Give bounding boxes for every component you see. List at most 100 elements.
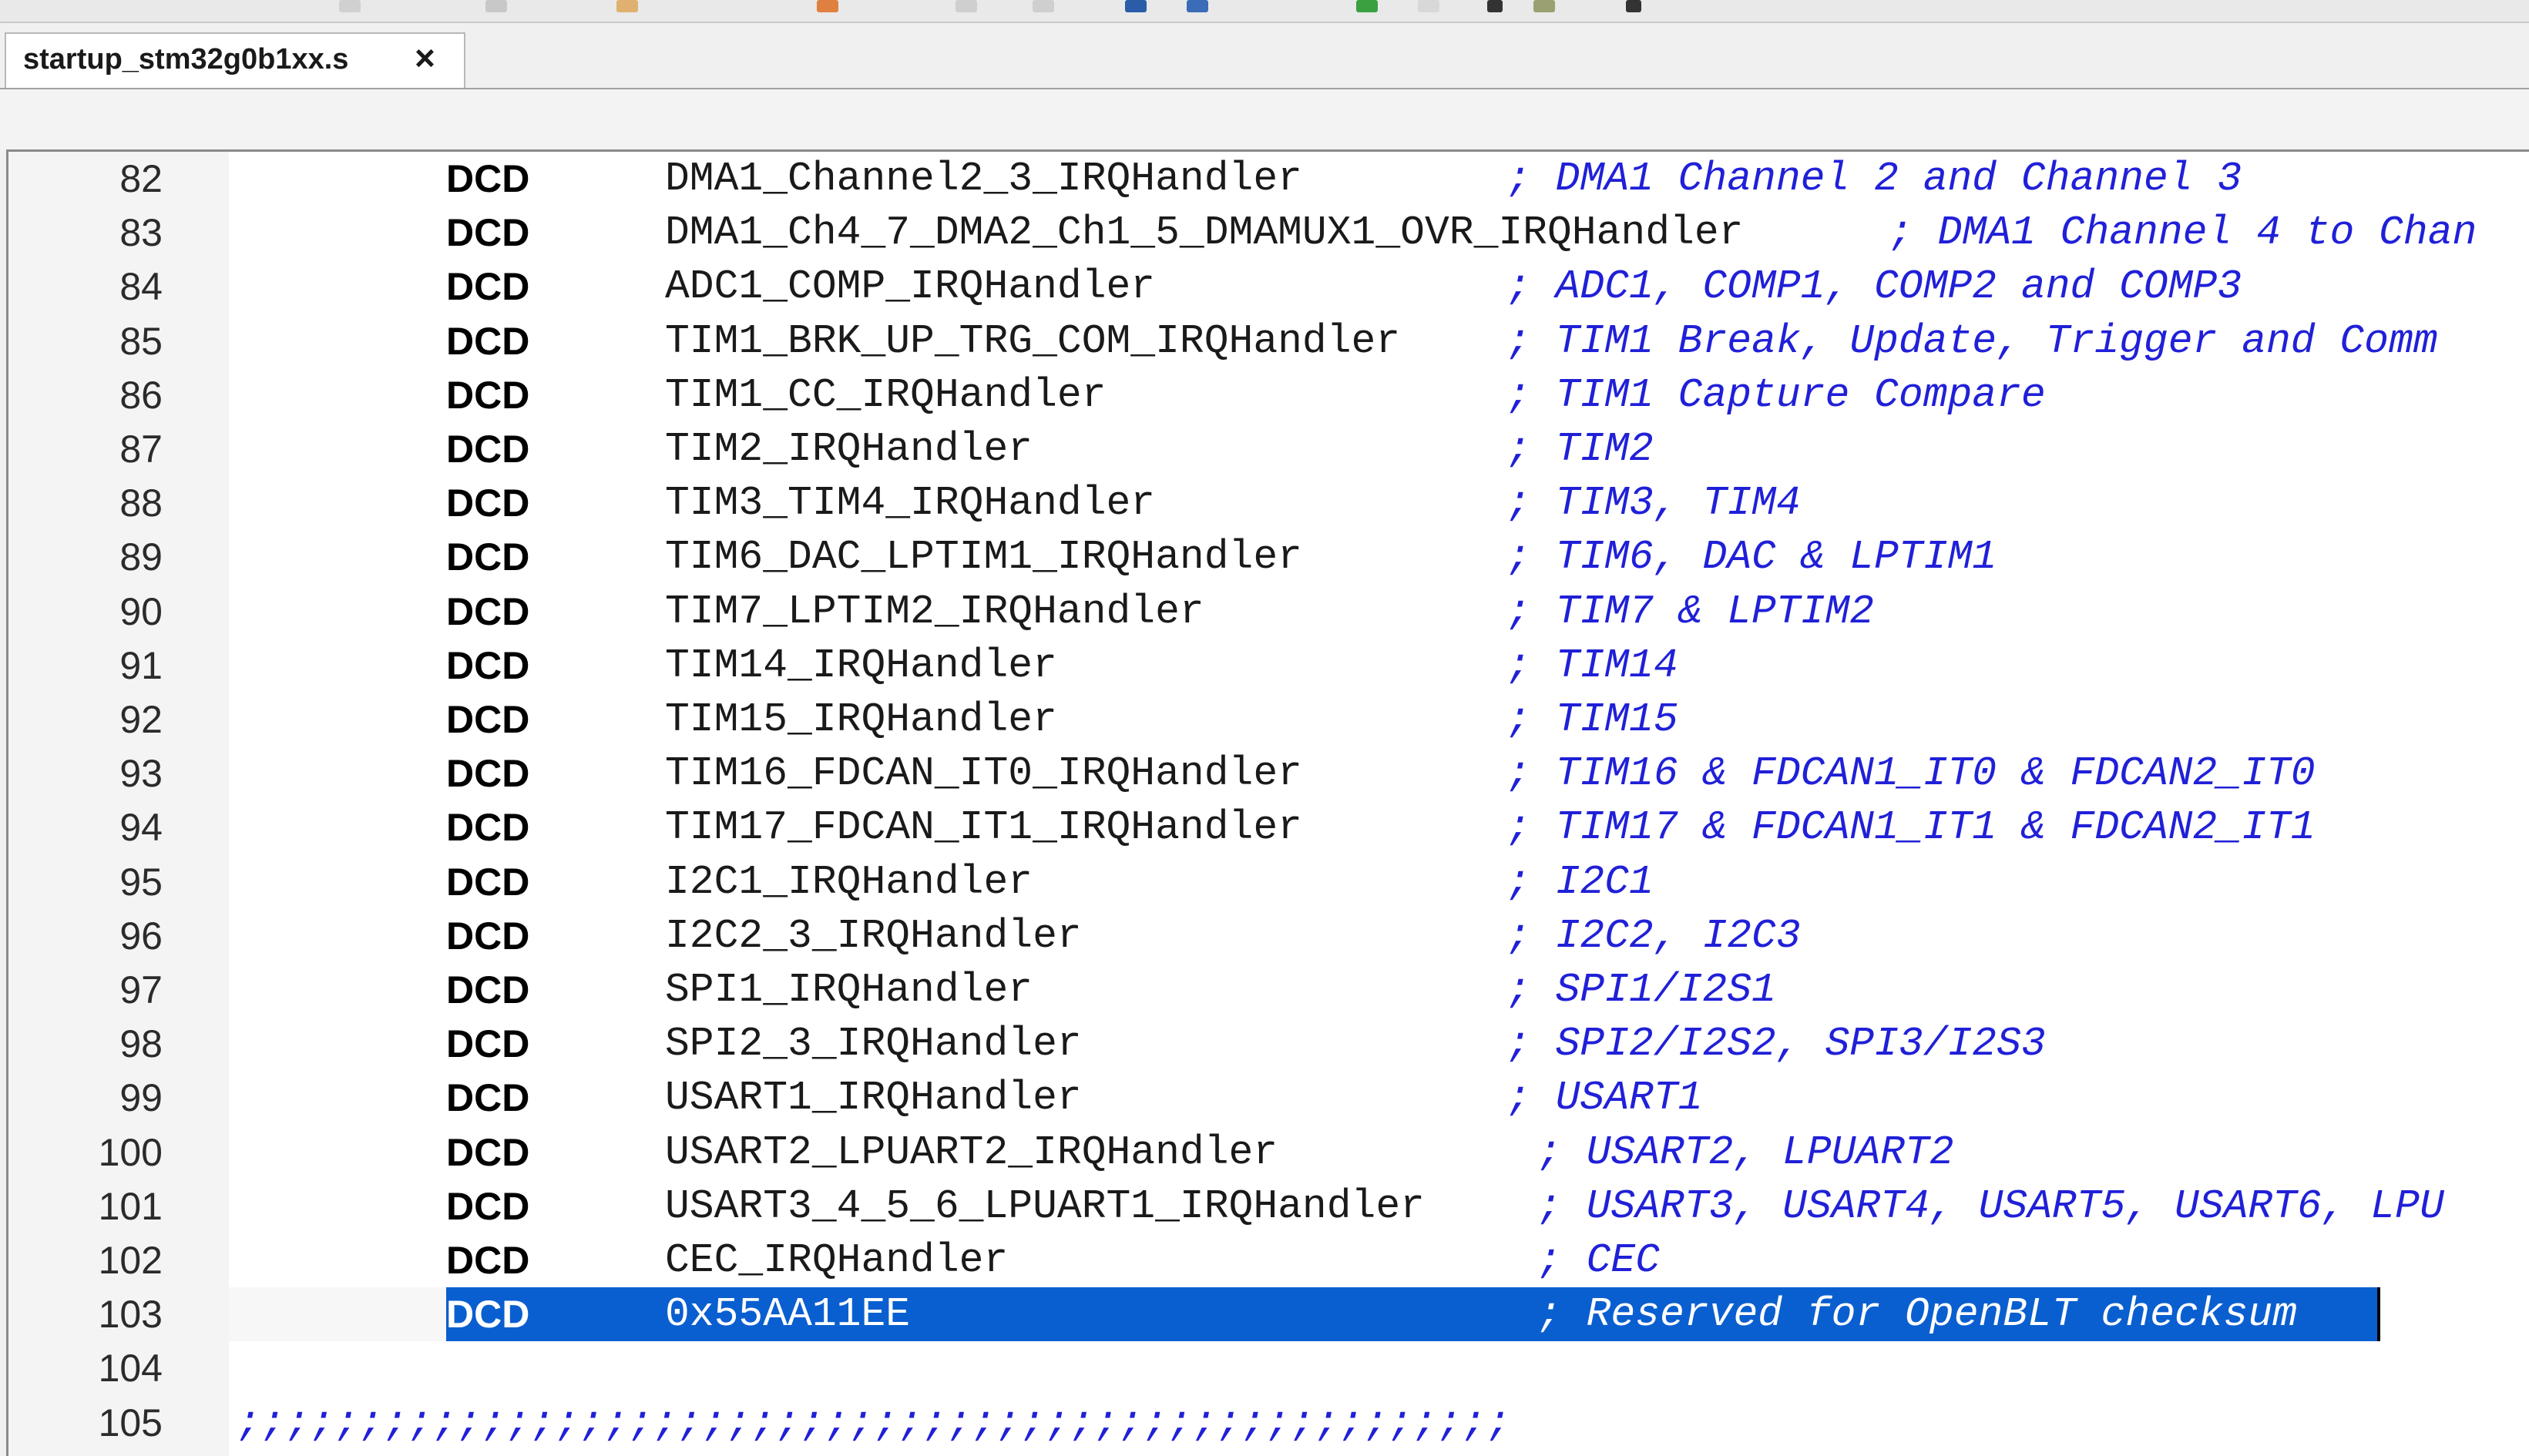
toolbar-button-icon[interactable] [1033,0,1054,12]
handler-symbol: TIM16_FDCAN_IT0_IRQHandler [665,750,1302,797]
tab-startup-file[interactable]: startup_stm32g0b1xx.s × [5,32,465,88]
close-icon[interactable]: × [415,40,435,75]
code-editor[interactable]: 82 DCD DMA1_Channel2_3_IRQHandler ; DMA1 Ch… [6,149,2529,1456]
dropdown-arrow-icon[interactable] [1487,0,1503,12]
code-line[interactable]: 105;;;;;;;;;;;;;;;;;;;;;;;;;;;;;;;;;;;;;… [8,1396,2529,1450]
line-number: 84 [119,265,163,309]
directive-keyword: DCD [446,589,530,633]
inline-comment: ; TIM17 & FDCAN1_IT1 & FDCAN2_IT1 [1506,804,2316,851]
line-number: 98 [119,1022,163,1066]
toolbar [0,0,2529,23]
toolbar-button-icon[interactable] [817,0,838,12]
line-number: 82 [119,157,163,200]
tab-label: startup_stm32g0b1xx.s [23,43,349,75]
toolbar-button-icon[interactable] [1125,0,1147,12]
inline-comment: ; USART2, LPUART2 [1537,1129,1954,1176]
line-number: 90 [119,589,163,633]
handler-symbol: TIM14_IRQHandler [665,642,1057,689]
line-number: 86 [119,373,163,417]
directive-keyword: DCD [446,643,530,687]
directive-keyword: DCD [446,211,530,255]
handler-symbol: SPI1_IRQHandler [665,967,1033,1013]
editor-header-band [0,89,2529,149]
handler-symbol: TIM1_BRK_UP_TRG_COM_IRQHandler [665,317,1401,364]
code-line[interactable]: 96 DCD I2C2_3_IRQHandler ; I2C2, I2C3 [8,909,2529,963]
handler-symbol: DMA1_Channel2_3_IRQHandler [665,156,1302,202]
code-line[interactable]: 100 DCD USART2_LPUART2_IRQHandler ; USART2,… [8,1126,2529,1179]
directive-keyword: DCD [446,157,530,200]
directive-keyword: DCD [446,968,530,1011]
handler-symbol: TIM17_FDCAN_IT1_IRQHandler [665,804,1302,851]
directive-keyword: DCD [446,806,530,850]
handler-symbol: CEC_IRQHandler [665,1237,1009,1283]
code-line[interactable]: 103 DCD 0x55AA11EE ; Reserved for OpenBLT c… [8,1287,2529,1342]
inline-comment: ; Reserved for OpenBLT checksum [1537,1291,2297,1338]
line-number: 100 [98,1130,163,1174]
inline-comment: ; SPI2/I2S2, SPI3/I2S3 [1506,1021,2046,1068]
toolbar-button-icon[interactable] [1418,0,1439,12]
handler-symbol: I2C2_3_IRQHandler [665,912,1082,959]
toolbar-button-icon[interactable] [339,0,361,12]
code-line[interactable]: 104 [8,1341,2529,1395]
line-number: 103 [98,1293,163,1337]
directive-keyword: DCD [446,698,530,741]
inline-comment: ; DMA1 Channel 2 and Channel 3 [1506,156,2242,202]
code-line[interactable]: 94 DCD TIM17_FDCAN_IT1_IRQHandler ; TIM17 &… [8,800,2529,854]
code-line[interactable]: 91 DCD TIM14_IRQHandler ; TIM14 [8,639,2529,693]
toolbar-button-icon[interactable] [1533,0,1555,12]
handler-symbol: USART1_IRQHandler [665,1075,1082,1122]
toolbar-button-icon[interactable] [616,0,638,12]
line-number: 96 [119,914,163,958]
code-line[interactable]: 93 DCD TIM16_FDCAN_IT0_IRQHandler ; TIM16 &… [8,746,2529,800]
code-line[interactable]: 87 DCD TIM2_IRQHandler ; TIM2 [8,422,2529,476]
code-line[interactable]: 86 DCD TIM1_CC_IRQHandler ; TIM1 Capture Co… [8,368,2529,422]
line-number: 97 [119,968,163,1011]
handler-symbol: TIM2_IRQHandler [665,426,1033,472]
toolbar-button-icon[interactable] [1187,0,1208,12]
line-number: 89 [119,535,163,579]
code-line[interactable]: 98 DCD SPI2_3_IRQHandler ; SPI2/I2S2, SPI3/… [8,1017,2529,1071]
code-line[interactable]: 88 DCD TIM3_TIM4_IRQHandler ; TIM3, TIM4 [8,476,2529,530]
code-line[interactable]: 102 DCD CEC_IRQHandler ; CEC [8,1233,2529,1287]
line-number: 85 [119,319,163,363]
inline-comment: ; TIM2 [1506,426,1654,472]
code-line[interactable]: 84 DCD ADC1_COMP_IRQHandler ; ADC1, COMP1, … [8,260,2529,314]
dropdown-arrow-icon[interactable] [1626,0,1641,12]
toolbar-button-icon[interactable] [485,0,507,12]
handler-symbol: TIM1_CC_IRQHandler [665,371,1107,418]
inline-comment: ; DMA1 Channel 4 to Chan [1889,210,2477,257]
handler-symbol: I2C1_IRQHandler [665,858,1033,905]
line-number: 92 [119,698,163,741]
directive-keyword: DCD [446,319,530,363]
code-line[interactable]: 101 DCD USART3_4_5_6_LPUART1_IRQHandler ; U… [8,1179,2529,1233]
toolbar-button-icon[interactable] [1356,0,1378,12]
directive-keyword: DCD [446,1130,530,1174]
line-number: 91 [119,643,163,687]
inline-comment: ; USART1 [1506,1075,1703,1122]
directive-keyword: DCD [446,265,530,309]
code-line[interactable]: 89 DCD TIM6_DAC_LPTIM1_IRQHandler ; TIM6, D… [8,530,2529,584]
directive-keyword: DCD [446,428,530,471]
code-line[interactable]: 85 DCD TIM1_BRK_UP_TRG_COM_IRQHandler ; TIM… [8,314,2529,368]
line-number: 93 [119,752,163,796]
handler-symbol: DMA1_Ch4_7_DMA2_Ch1_5_DMAMUX1_OVR_IRQHan… [665,210,1744,257]
directive-keyword: DCD [446,914,530,958]
code-line[interactable]: 99 DCD USART1_IRQHandler ; USART1 [8,1071,2529,1125]
directive-keyword: DCD [446,481,530,525]
code-line[interactable]: 90 DCD TIM7_LPTIM2_IRQHandler ; TIM7 & LPTI… [8,585,2529,639]
directive-keyword: DCD [446,373,530,417]
code-line[interactable]: 83 DCD DMA1_Ch4_7_DMA2_Ch1_5_DMAMUX1_OVR_I… [8,206,2529,260]
code-line[interactable]: 95 DCD I2C1_IRQHandler ; I2C1 [8,855,2529,909]
tab-strip: startup_stm32g0b1xx.s × [0,23,2529,89]
toolbar-button-icon[interactable] [956,0,977,12]
inline-comment: ; TIM14 [1506,642,1678,689]
code-line[interactable]: 82 DCD DMA1_Channel2_3_IRQHandler ; DMA1 Ch… [8,152,2529,206]
inline-comment: ; ADC1, COMP1, COMP2 and COMP3 [1506,263,2242,310]
inline-comment: ; TIM7 & LPTIM2 [1506,588,1875,635]
code-line[interactable]: 92 DCD TIM15_IRQHandler ; TIM15 [8,693,2529,746]
code-line[interactable]: 97 DCD SPI1_IRQHandler ; SPI1/I2S1 [8,963,2529,1017]
separator-comment: ;;;;;;;;;;;;;;;;;;;;;;;;;;;;;;;;;;;;;;;;… [237,1399,1511,1446]
directive-keyword: DCD [446,1239,530,1282]
handler-symbol: ADC1_COMP_IRQHandler [665,263,1156,310]
handler-symbol: TIM6_DAC_LPTIM1_IRQHandler [665,534,1302,581]
